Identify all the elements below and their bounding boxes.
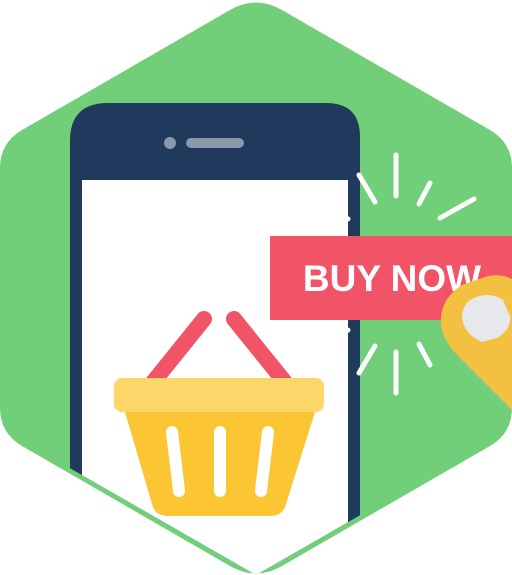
phone-camera	[164, 137, 176, 149]
buy-now-illustration: BUY NOW	[0, 2, 512, 575]
phone-speaker	[186, 138, 244, 148]
basket-rim	[114, 378, 324, 412]
